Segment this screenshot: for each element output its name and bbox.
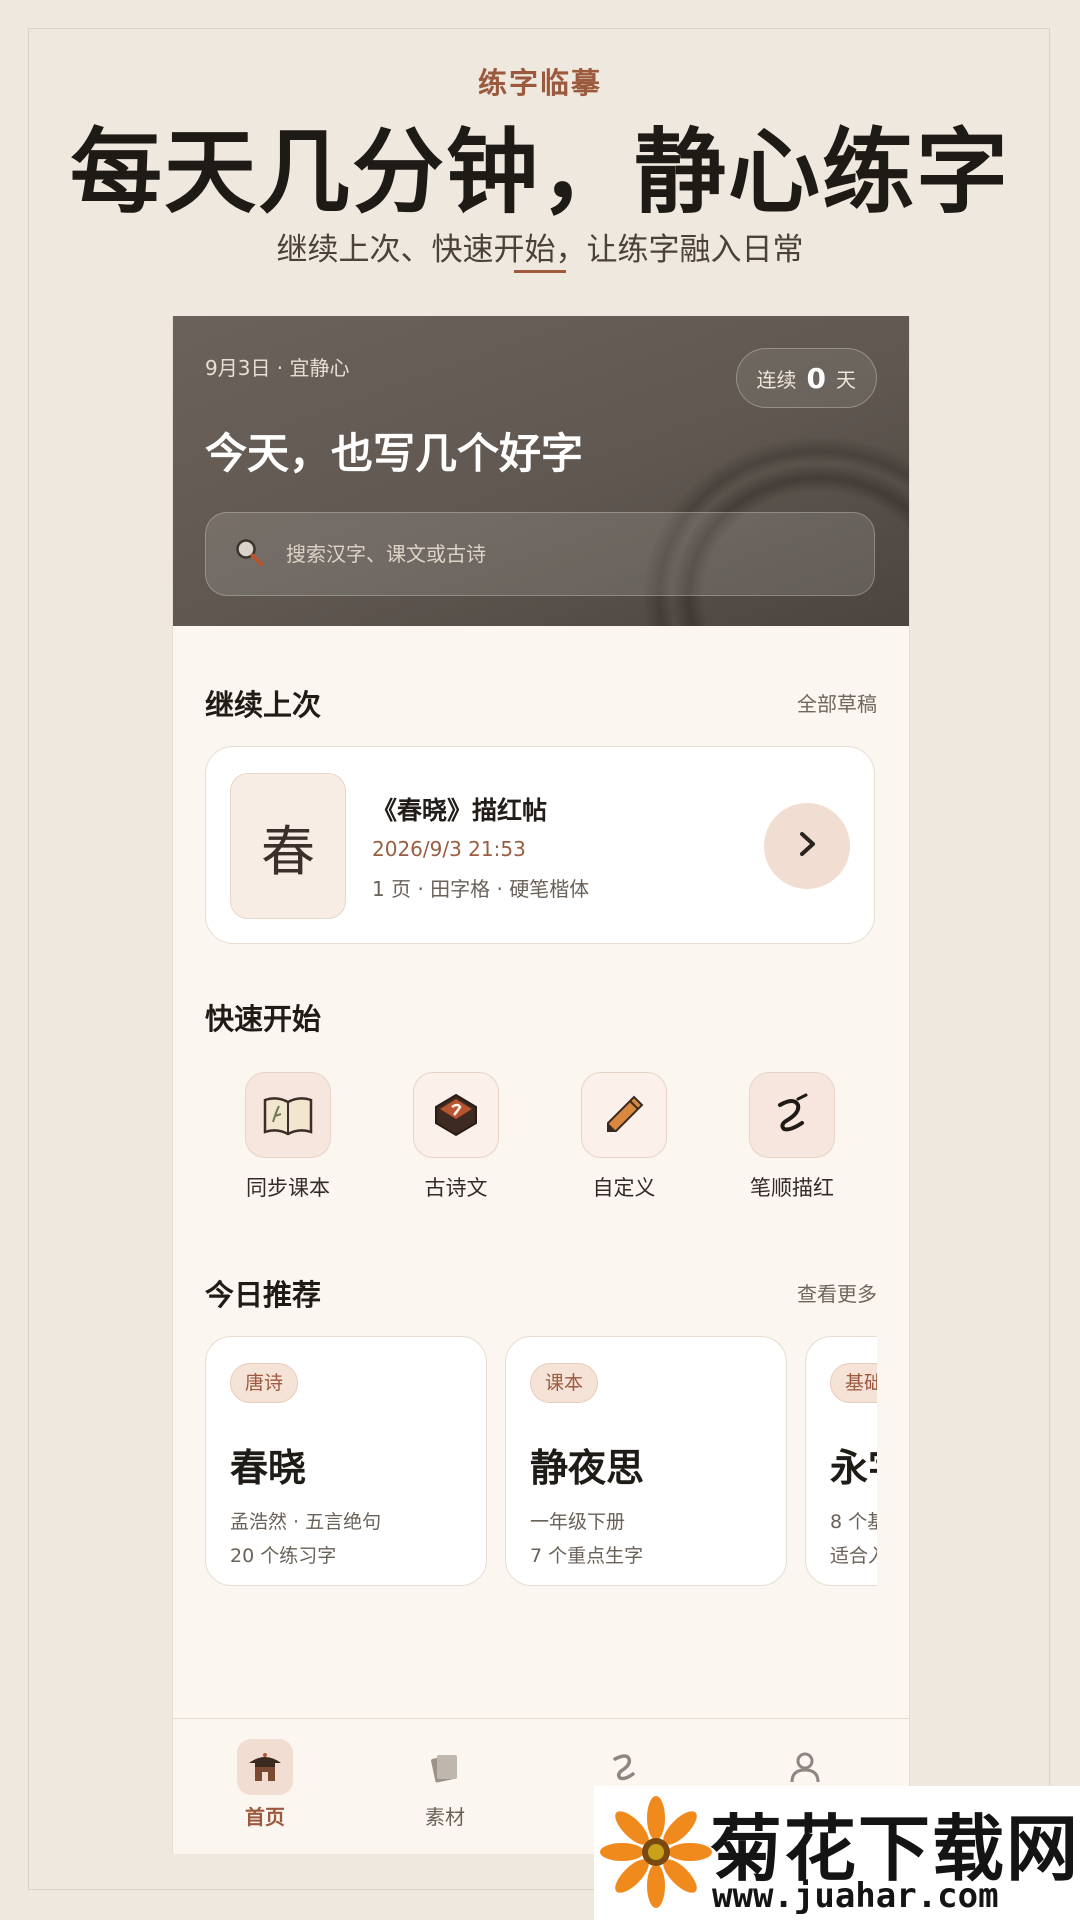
see-more-link[interactable]: 查看更多 bbox=[797, 1278, 877, 1307]
recommend-title: 春晓 bbox=[230, 1445, 307, 1490]
home-pavilion-icon bbox=[237, 1739, 293, 1795]
recommend-card[interactable]: 唐诗 春晓 孟浩然 · 五言绝句 20 个练习字 bbox=[205, 1336, 487, 1586]
date-line: 9月3日 · 宜静心 bbox=[205, 356, 350, 380]
resume-title: 《春晓》描红帖 bbox=[372, 796, 548, 825]
tab-label: 素材 bbox=[425, 1805, 465, 1829]
tab-home[interactable]: 首页 bbox=[205, 1739, 325, 1830]
quick-item-label: 同步课本 bbox=[246, 1176, 330, 1200]
hero-subtitle: 继续上次、快速开始，让练字融入日常 bbox=[276, 232, 804, 268]
quick-start-row: 同步课本 古诗文 自定义 笔顺描红 bbox=[205, 1072, 875, 1212]
phone-screen: 9月3日 · 宜静心 连续 0 天 今天，也写几个好字 继续上次 全部草稿 春 … bbox=[172, 316, 910, 1854]
resume-go-button[interactable] bbox=[764, 803, 850, 889]
chrysanthemum-logo-icon bbox=[600, 1796, 712, 1912]
search-input[interactable] bbox=[284, 541, 808, 567]
quick-item-stroke-order[interactable]: 笔顺描红 bbox=[727, 1072, 857, 1202]
banner-title: 今天，也写几个好字 bbox=[205, 429, 584, 478]
resume-section-title: 继续上次 bbox=[205, 688, 322, 722]
resume-meta: 1 页 · 田字格 · 硬笔楷体 bbox=[372, 877, 590, 901]
chevron-right-icon bbox=[792, 824, 822, 868]
recommend-meta: 孟浩然 · 五言绝句 bbox=[230, 1511, 382, 1533]
recommend-title: 静夜思 bbox=[530, 1445, 645, 1490]
tab-materials[interactable]: 素材 bbox=[385, 1739, 505, 1830]
quick-item-label: 古诗文 bbox=[424, 1176, 488, 1200]
recommend-tag: 基础 bbox=[830, 1363, 877, 1403]
recommend-card[interactable]: 课本 静夜思 一年级下册 7 个重点生字 bbox=[505, 1336, 787, 1586]
quick-item-textbook[interactable]: 同步课本 bbox=[223, 1072, 353, 1202]
resume-card[interactable]: 春 《春晓》描红帖 2026/9/3 21:53 1 页 · 田字格 · 硬笔楷… bbox=[205, 746, 875, 944]
recommend-title: 永字八法 bbox=[830, 1445, 877, 1490]
streak-badge[interactable]: 连续 0 天 bbox=[735, 348, 877, 408]
recommend-meta: 一年级下册 bbox=[530, 1511, 626, 1533]
quick-item-poem[interactable]: 古诗文 bbox=[391, 1072, 521, 1202]
recommend-count: 适合入门 bbox=[830, 1545, 877, 1567]
quick-section-title: 快速开始 bbox=[205, 1002, 322, 1036]
watermark-url: www.juahar.com bbox=[712, 1876, 999, 1916]
tab-label: 首页 bbox=[245, 1805, 285, 1829]
search-bar[interactable] bbox=[205, 512, 875, 596]
recommend-carousel[interactable]: 唐诗 春晓 孟浩然 · 五言绝句 20 个练习字 课本 静夜思 一年级下册 7 … bbox=[205, 1336, 877, 1588]
poem-seal-icon bbox=[413, 1072, 499, 1158]
recommend-meta: 8 个基本笔画 bbox=[830, 1511, 877, 1533]
app-eyebrow: 练字临摹 bbox=[477, 66, 602, 100]
recommend-count: 7 个重点生字 bbox=[530, 1545, 644, 1567]
today-banner: 9月3日 · 宜静心 连续 0 天 今天，也写几个好字 bbox=[173, 316, 909, 626]
brush-stroke-icon bbox=[749, 1072, 835, 1158]
hero-underline bbox=[514, 270, 566, 273]
streak-prefix: 连续 bbox=[756, 367, 797, 392]
materials-icon bbox=[417, 1739, 473, 1795]
all-drafts-link[interactable]: 全部草稿 bbox=[797, 688, 877, 717]
recommend-count: 20 个练习字 bbox=[230, 1545, 337, 1567]
book-icon bbox=[245, 1072, 331, 1158]
resume-char-thumb: 春 bbox=[230, 773, 346, 919]
resume-timestamp: 2026/9/3 21:53 bbox=[372, 837, 526, 861]
recommend-tag: 课本 bbox=[530, 1363, 599, 1403]
quick-item-custom[interactable]: 自定义 bbox=[559, 1072, 689, 1202]
search-icon bbox=[234, 537, 264, 571]
pencil-icon bbox=[581, 1072, 667, 1158]
quick-item-label: 笔顺描红 bbox=[750, 1176, 834, 1200]
streak-count: 0 bbox=[806, 361, 826, 395]
streak-suffix: 天 bbox=[836, 367, 856, 392]
site-watermark: 菊花下载网 www.juahar.com bbox=[594, 1786, 1080, 1920]
recommend-section-title: 今日推荐 bbox=[205, 1278, 322, 1312]
quick-item-label: 自定义 bbox=[592, 1176, 656, 1200]
recommend-card[interactable]: 基础 永字八法 8 个基本笔画 适合入门 bbox=[805, 1336, 877, 1586]
hero-title: 每天几分钟，静心练字 bbox=[69, 118, 1010, 226]
recommend-tag: 唐诗 bbox=[230, 1363, 299, 1403]
